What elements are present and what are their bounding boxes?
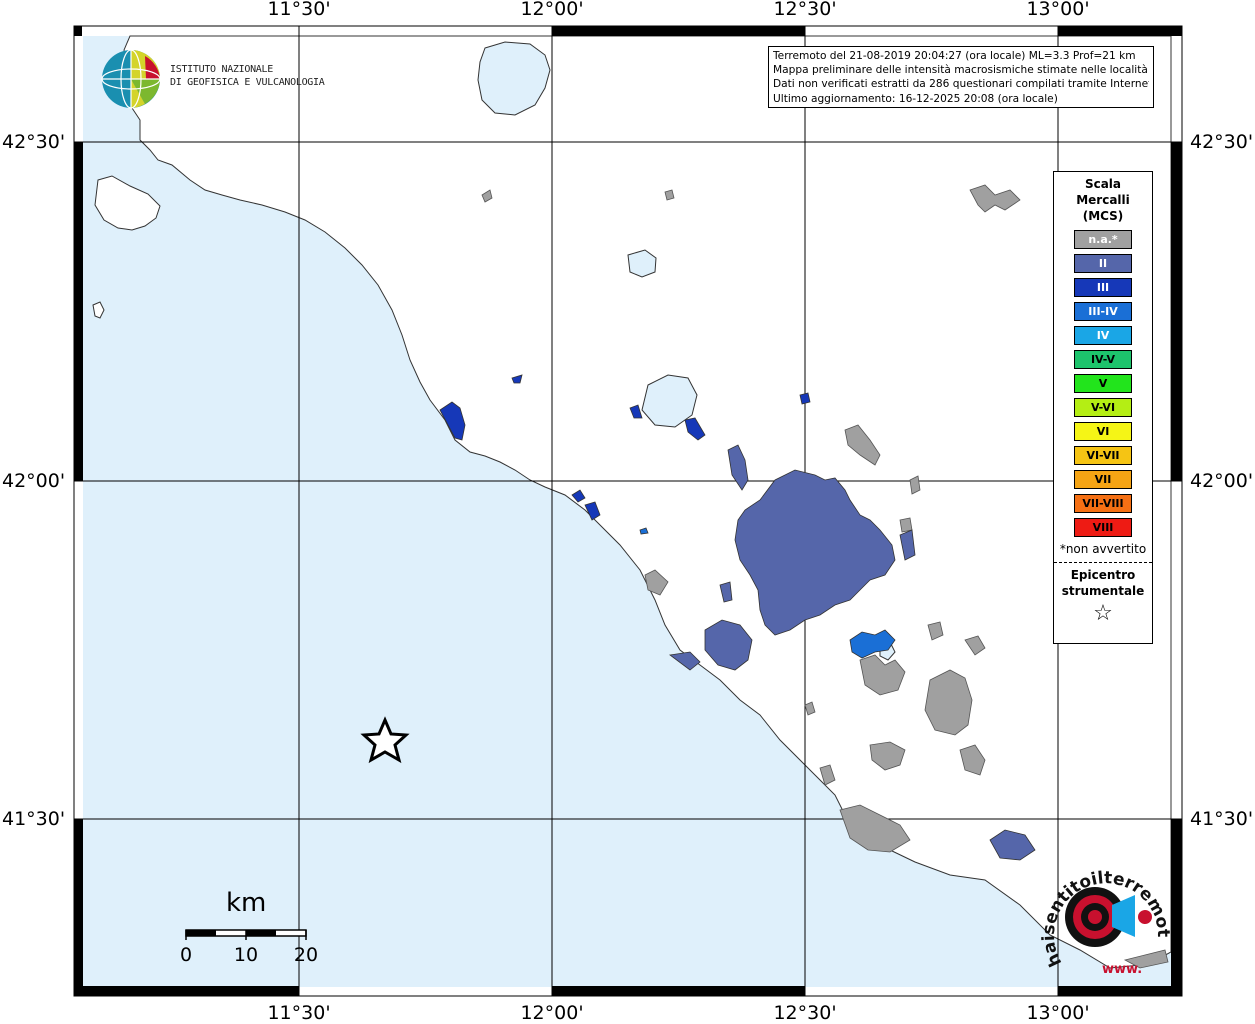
legend-epicenter-line1: Epicentro bbox=[1070, 568, 1136, 582]
legend-item-v-vi: V-VI bbox=[1074, 398, 1132, 417]
ingv-logo-line2: DI GEOFISICA E VULCANOLOGIA bbox=[170, 77, 325, 88]
legend-divider bbox=[1054, 562, 1152, 563]
ingv-logo-line1: ISTITUTO NAZIONALE bbox=[170, 64, 273, 75]
lat-label-left-1: 42°30' bbox=[2, 131, 66, 153]
lon-label-bottom-3: 12°30' bbox=[773, 1002, 837, 1024]
legend: Scala Mercalli (MCS) n.a.* II III III-IV IV I… bbox=[1053, 171, 1153, 644]
legend-title-line2: Mercalli bbox=[1076, 193, 1130, 207]
info-box: Terremoto del 21-08-2019 20:04:27 (ora l… bbox=[768, 46, 1154, 108]
legend-item-iii: III bbox=[1074, 278, 1132, 297]
scale-tick-20: 20 bbox=[293, 944, 319, 966]
haisentito-logo-www: www. bbox=[1102, 962, 1142, 977]
info-line-2: Mappa preliminare delle intensità macros… bbox=[773, 64, 1148, 77]
lon-label-bottom-2: 12°00' bbox=[520, 1002, 584, 1024]
lat-label-left-3: 41°30' bbox=[2, 808, 66, 830]
scale-tick-0: 0 bbox=[179, 944, 193, 966]
legend-item-vi-vii: VI-VII bbox=[1074, 446, 1132, 465]
scale-tick-10: 10 bbox=[233, 944, 259, 966]
legend-note: *non avvertito bbox=[1059, 542, 1147, 556]
ingv-logo-text: ISTITUTO NAZIONALE DI GEOFISICA E VULCAN… bbox=[170, 63, 325, 89]
legend-star-icon: ☆ bbox=[1093, 601, 1113, 626]
ingv-logo: ISTITUTO NAZIONALE DI GEOFISICA E VULCAN… bbox=[100, 48, 330, 110]
legend-epicenter-label: Epicentro strumentale bbox=[1054, 567, 1152, 599]
lon-label-bottom-1: 11°30' bbox=[267, 1002, 331, 1024]
info-line-4: Ultimo aggiornamento: 16-12-2025 20:08 (… bbox=[773, 92, 1058, 105]
legend-item-vii: VII bbox=[1074, 470, 1132, 489]
lon-label-top-1: 11°30' bbox=[267, 0, 331, 20]
legend-title-line1: Scala bbox=[1084, 177, 1122, 191]
scale-unit: km bbox=[226, 888, 267, 918]
lon-label-top-2: 12°00' bbox=[520, 0, 584, 20]
ingv-globe-icon bbox=[101, 49, 161, 109]
lon-label-bottom-4: 13°00' bbox=[1026, 1002, 1090, 1024]
lat-label-right-1: 42°30' bbox=[1190, 131, 1254, 153]
lat-label-right-2: 42°00' bbox=[1190, 470, 1254, 492]
legend-item-n-a: n.a.* bbox=[1074, 230, 1132, 249]
haisentito-logo: haisentitoilterremoto.it www. bbox=[1040, 845, 1173, 977]
info-line-1: Terremoto del 21-08-2019 20:04:27 (ora l… bbox=[773, 50, 1136, 62]
legend-item-iv-v: IV-V bbox=[1074, 350, 1132, 369]
legend-item-vii-viii: VII-VIII bbox=[1074, 494, 1132, 513]
legend-item-iii-iv: III-IV bbox=[1074, 302, 1132, 321]
legend-item-viii: VIII bbox=[1074, 518, 1132, 537]
legend-item-ii: II bbox=[1074, 254, 1132, 273]
legend-title: Scala Mercalli (MCS) bbox=[1054, 176, 1152, 224]
info-line-3: Dati non verificati estratti da 286 ques… bbox=[773, 78, 1149, 91]
legend-epicenter-line2: strumentale bbox=[1061, 584, 1145, 598]
legend-items: n.a.* II III III-IV IV IV-V V V-VI VI VI-VII VII VI… bbox=[1054, 230, 1152, 537]
legend-item-v: V bbox=[1074, 374, 1132, 393]
legend-title-line3: (MCS) bbox=[1082, 209, 1124, 223]
lon-label-top-3: 12°30' bbox=[773, 0, 837, 20]
lat-label-right-3: 41°30' bbox=[1190, 808, 1254, 830]
legend-item-iv: IV bbox=[1074, 326, 1132, 345]
legend-item-vi: VI bbox=[1074, 422, 1132, 441]
lon-label-top-4: 13°00' bbox=[1026, 0, 1090, 20]
lat-label-left-2: 42°00' bbox=[2, 470, 66, 492]
